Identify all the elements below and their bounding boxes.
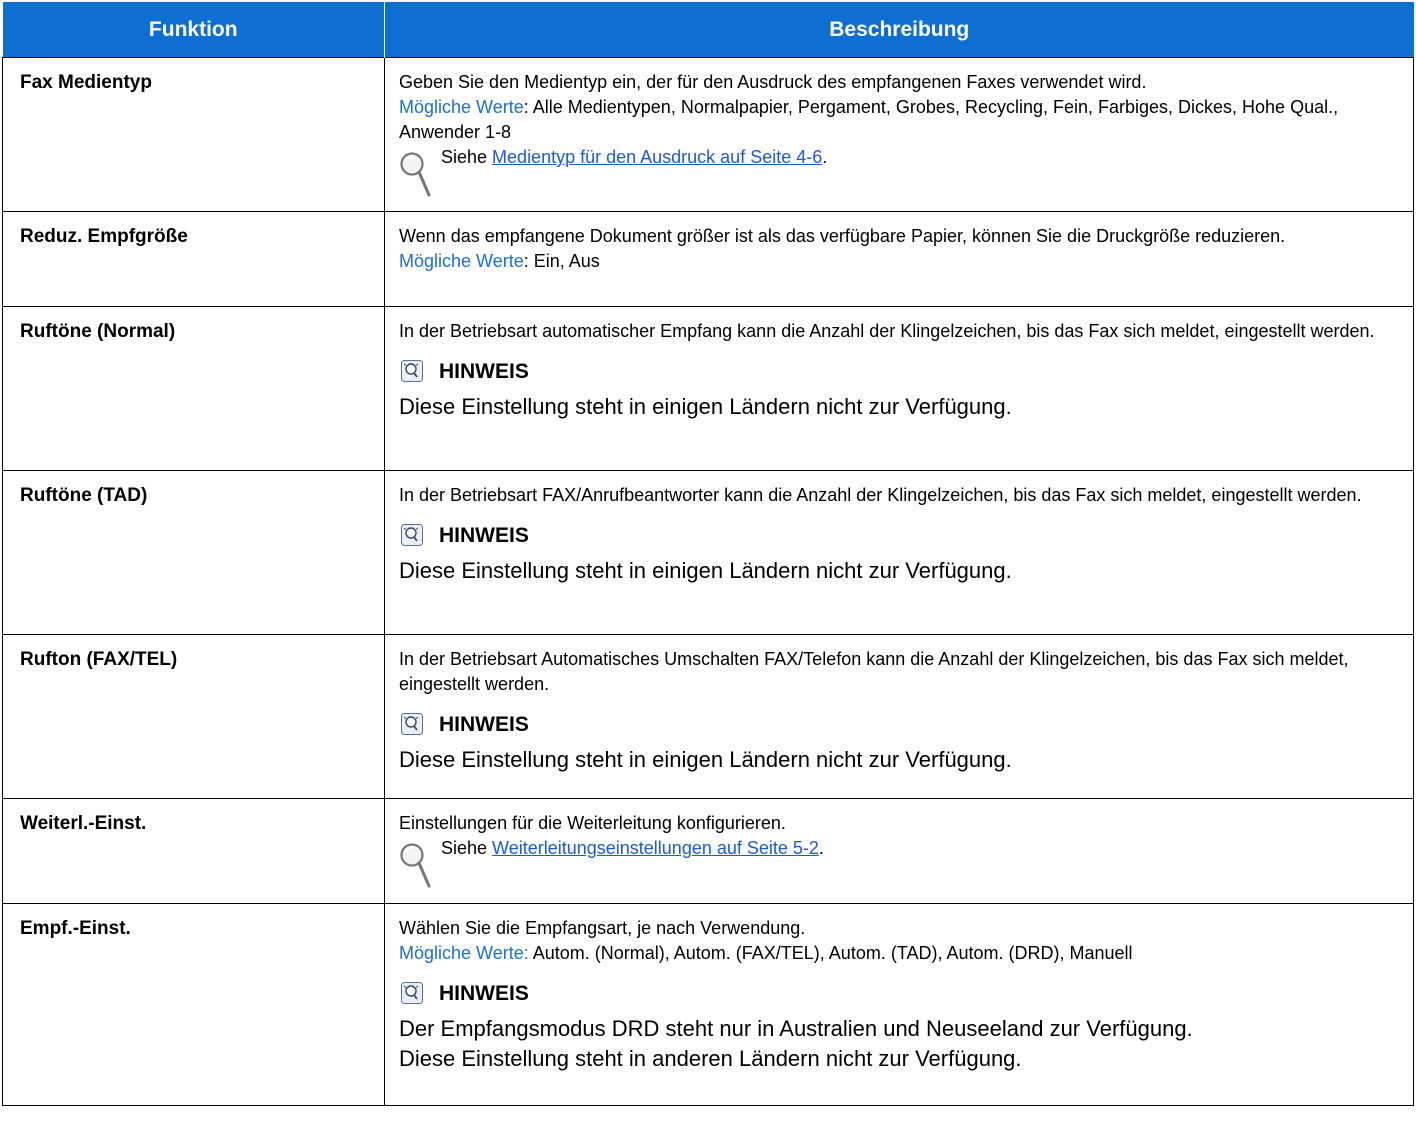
reference-suffix: . (822, 147, 828, 167)
reference-suffix: . (818, 838, 824, 858)
note-title: HINWEIS (439, 359, 529, 383)
note-box: HINWEIS Der Empfangsmodus DRD steht nur … (399, 978, 1399, 1074)
table-header-row: Funktion Beschreibung (2, 2, 1414, 58)
magnifier-icon (400, 152, 431, 197)
function-description: Wählen Sie die Empfangsart, je nach Verw… (384, 903, 1414, 1106)
column-header-funktion: Funktion (2, 2, 385, 58)
possible-values-label: Mögliche Werte (399, 251, 524, 271)
note-title: HINWEIS (439, 981, 529, 1005)
note-text-2: Diese Einstellung steht in anderen Lände… (399, 1046, 1022, 1071)
function-description: In der Betriebsart automatischer Empfang… (384, 306, 1414, 471)
table-row: Fax Medientyp Geben Sie den Medientyp ei… (2, 57, 1414, 212)
function-name: Reduz. Empfgröße (2, 211, 385, 307)
description-text: Einstellungen für die Weiterleitung konf… (399, 813, 786, 833)
note-title: HINWEIS (439, 523, 529, 547)
table-row: Ruftöne (Normal) In der Betriebsart auto… (2, 306, 1414, 471)
note-text-1: Der Empfangsmodus DRD steht nur in Austr… (399, 1016, 1193, 1041)
function-name: Ruftöne (Normal) (2, 306, 385, 471)
table-row: Ruftöne (TAD) In der Betriebsart FAX/Anr… (2, 470, 1414, 635)
table-row: Empf.-Einst. Wählen Sie die Empfangsart,… (2, 903, 1414, 1106)
lightbulb-note-icon (401, 524, 423, 546)
column-header-beschreibung: Beschreibung (384, 2, 1414, 58)
function-name: Rufton (FAX/TEL) (2, 634, 385, 799)
possible-values-label: Mögliche Werte (399, 97, 524, 117)
note-text: Diese Einstellung steht in einigen Lände… (399, 747, 1012, 772)
possible-values: : Ein, Aus (523, 251, 600, 271)
function-description: Geben Sie den Medientyp ein, der für den… (384, 57, 1414, 212)
lightbulb-note-icon (401, 713, 423, 735)
function-name: Fax Medientyp (2, 57, 385, 212)
possible-values: : Alle Medientypen, Normalpapier, Pergam… (399, 97, 1339, 142)
function-description: In der Betriebsart FAX/Anrufbeantworter … (384, 470, 1414, 635)
function-description: In der Betriebsart Automatisches Umschal… (384, 634, 1414, 799)
function-name: Ruftöne (TAD) (2, 470, 385, 635)
description-text: Wenn das empfangene Dokument größer ist … (399, 226, 1286, 246)
reference-link[interactable]: Medientyp für den Ausdruck auf Seite 4-6 (492, 147, 822, 167)
reference: Siehe Medientyp für den Ausdruck auf Sei… (399, 145, 1399, 201)
description-text: In der Betriebsart Automatisches Umschal… (399, 649, 1349, 694)
description-text: In der Betriebsart automatischer Empfang… (399, 321, 1375, 341)
note-text: Diese Einstellung steht in einigen Lände… (399, 558, 1012, 583)
note-text: Diese Einstellung steht in einigen Lände… (399, 394, 1012, 419)
lightbulb-note-icon (401, 360, 423, 382)
function-name: Weiterl.-Einst. (2, 798, 385, 904)
note-title: HINWEIS (439, 712, 529, 736)
note-box: HINWEIS Diese Einstellung steht in einig… (399, 709, 1399, 775)
function-description: Wenn das empfangene Dokument größer ist … (384, 211, 1414, 307)
table-row: Reduz. Empfgröße Wenn das empfangene Dok… (2, 211, 1414, 307)
description-text: In der Betriebsart FAX/Anrufbeantworter … (399, 485, 1362, 505)
description-text: Geben Sie den Medientyp ein, der für den… (399, 72, 1147, 92)
lightbulb-note-icon (401, 982, 423, 1004)
note-box: HINWEIS Diese Einstellung steht in einig… (399, 520, 1399, 586)
table-row: Rufton (FAX/TEL) In der Betriebsart Auto… (2, 634, 1414, 799)
magnifier-icon (400, 843, 431, 888)
reference-prefix: Siehe (441, 147, 493, 167)
possible-values-label: Mögliche Werte: (399, 943, 529, 963)
function-name: Empf.-Einst. (2, 903, 385, 1106)
reference: Siehe Weiterleitungseinstellungen auf Se… (399, 836, 1399, 892)
reference-link[interactable]: Weiterleitungseinstellungen auf Seite 5-… (492, 838, 819, 858)
description-text: Wählen Sie die Empfangsart, je nach Verw… (399, 918, 806, 938)
note-box: HINWEIS Diese Einstellung steht in einig… (399, 356, 1399, 422)
table-row: Weiterl.-Einst. Einstellungen für die We… (2, 798, 1414, 904)
function-description: Einstellungen für die Weiterleitung konf… (384, 798, 1414, 904)
possible-values: Autom. (Normal), Autom. (FAX/TEL), Autom… (528, 943, 1133, 963)
function-table: Funktion Beschreibung Fax Medientyp Gebe… (2, 2, 1414, 1106)
reference-prefix: Siehe (441, 838, 493, 858)
